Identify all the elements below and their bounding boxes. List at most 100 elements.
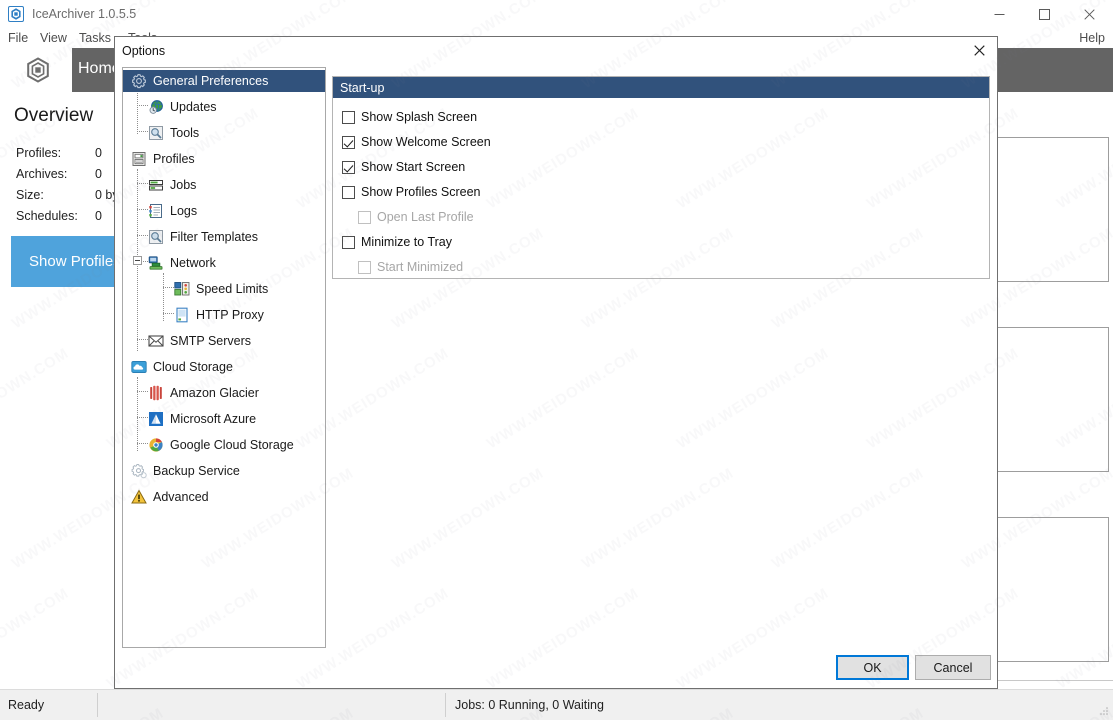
service-gear-icon	[131, 463, 147, 479]
menu-item-help[interactable]: Help	[1079, 30, 1105, 46]
menu-item-tasks[interactable]: Tasks	[79, 30, 111, 46]
menu-item-file[interactable]: File	[8, 30, 28, 46]
startup-panel-header: Start-up	[333, 77, 989, 98]
checkbox-open-last-profile: Open Last Profile	[358, 210, 474, 225]
google-icon	[149, 438, 163, 452]
checkbox-show-profiles-screen[interactable]: Show Profiles Screen	[342, 185, 481, 200]
stat-value-schedules: 0	[95, 209, 102, 223]
minimize-button[interactable]	[977, 0, 1022, 28]
maximize-button[interactable]	[1022, 0, 1067, 28]
tree-item-label: SMTP Servers	[170, 334, 252, 348]
dialog-title: Options	[122, 44, 166, 58]
tree-item-label: Updates	[170, 100, 217, 114]
tree-item-speed-limits[interactable]: Speed Limits	[123, 278, 325, 300]
resize-grip-icon[interactable]	[1098, 705, 1110, 717]
tree-item-general-preferences[interactable]: General Preferences	[123, 70, 325, 92]
checkbox-label: Show Profiles Screen	[361, 185, 481, 199]
checkbox-label: Show Welcome Screen	[361, 135, 491, 149]
tree-item-smtp-servers[interactable]: SMTP Servers	[123, 330, 325, 352]
stat-value-profiles: 0	[95, 146, 102, 160]
tree-item-google-cloud-storage[interactable]: Google Cloud Storage	[123, 434, 325, 456]
checkbox-label: Start Minimized	[377, 260, 464, 274]
close-button[interactable]	[1067, 0, 1112, 28]
azure-icon	[149, 412, 163, 426]
glacier-icon	[150, 385, 162, 401]
proxy-icon	[176, 307, 188, 323]
tools-icon	[149, 126, 163, 140]
jobs-icon	[149, 180, 163, 191]
network-icon	[148, 256, 163, 270]
tree-item-label: HTTP Proxy	[196, 308, 264, 322]
logs-icon	[149, 204, 162, 218]
status-ready-text: Ready	[8, 698, 45, 712]
checkbox-box	[342, 161, 355, 174]
checkbox-box	[358, 211, 371, 224]
page-title: Overview	[14, 105, 94, 126]
tree-item-microsoft-azure[interactable]: Microsoft Azure	[123, 408, 325, 430]
tree-item-advanced[interactable]: Advanced	[123, 486, 325, 508]
globe-icon	[149, 100, 163, 114]
stat-label-archives: Archives:	[16, 167, 68, 181]
profiles-icon	[132, 152, 146, 166]
startup-options-panel: Start-up Show Splash Screen Show Welcome…	[332, 76, 990, 279]
warning-icon	[131, 489, 147, 504]
checkbox-box	[342, 111, 355, 124]
close-icon	[973, 45, 985, 56]
cancel-button[interactable]: Cancel	[915, 655, 991, 680]
checkbox-label: Show Start Screen	[361, 160, 466, 174]
tree-item-label: Microsoft Azure	[170, 412, 257, 426]
tab-home[interactable]	[0, 48, 72, 92]
checkbox-label: Minimize to Tray	[361, 235, 452, 249]
checkbox-label: Open Last Profile	[377, 210, 474, 224]
tree-item-label: Speed Limits	[196, 282, 269, 296]
tree-item-updates[interactable]: Updates	[123, 96, 325, 118]
tree-item-logs[interactable]: Logs	[123, 200, 325, 222]
ok-button[interactable]: OK	[836, 655, 909, 680]
tree-item-label: Google Cloud Storage	[170, 438, 294, 452]
checkbox-box	[342, 236, 355, 249]
tree-item-label: Network	[170, 256, 216, 270]
options-tree[interactable]: General Preferences Updates Tools Profil…	[122, 67, 326, 648]
checkbox-start-minimized: Start Minimized	[358, 260, 463, 275]
minimize-icon	[994, 13, 1005, 15]
stat-label-size: Size:	[16, 188, 44, 202]
tree-item-jobs[interactable]: Jobs	[123, 174, 325, 196]
filter-icon	[149, 230, 163, 244]
tree-item-network[interactable]: Network	[123, 252, 325, 274]
app-title: IceArchiver 1.0.5.5	[32, 7, 137, 21]
checkbox-show-welcome-screen[interactable]: Show Welcome Screen	[342, 135, 491, 150]
speed-icon	[174, 282, 190, 296]
tree-item-profiles[interactable]: Profiles	[123, 148, 325, 170]
menu-item-view[interactable]: View	[40, 30, 67, 46]
tree-item-label: Filter Templates	[170, 230, 258, 244]
checkbox-show-splash-screen[interactable]: Show Splash Screen	[342, 110, 477, 125]
status-bar: Ready Jobs: 0 Running, 0 Waiting	[0, 689, 1113, 720]
tree-item-tools[interactable]: Tools	[123, 122, 325, 144]
mail-icon	[148, 335, 164, 347]
stat-label-schedules: Schedules:	[16, 209, 78, 223]
app-logo-icon	[8, 6, 24, 22]
tree-item-label: Backup Service	[153, 464, 240, 478]
dialog-title-bar: Options	[115, 37, 997, 65]
status-jobs-text: Jobs: 0 Running, 0 Waiting	[455, 698, 604, 712]
tree-item-http-proxy[interactable]: HTTP Proxy	[123, 304, 325, 326]
tree-item-label: Cloud Storage	[153, 360, 233, 374]
dialog-close-button[interactable]	[961, 37, 997, 64]
tree-item-filter-templates[interactable]: Filter Templates	[123, 226, 325, 248]
checkbox-show-start-screen[interactable]: Show Start Screen	[342, 160, 465, 175]
tree-item-backup-service[interactable]: Backup Service	[123, 460, 325, 482]
tree-item-label: Logs	[170, 204, 198, 218]
tree-item-label: General Preferences	[153, 74, 269, 88]
tree-item-cloud-storage[interactable]: Cloud Storage	[123, 356, 325, 378]
stat-value-archives: 0	[95, 167, 102, 181]
tree-item-label: Advanced	[153, 490, 209, 504]
cloud-icon	[131, 361, 147, 373]
tree-item-label: Profiles	[153, 152, 195, 166]
checkbox-box	[342, 186, 355, 199]
checkbox-minimize-to-tray[interactable]: Minimize to Tray	[342, 235, 452, 250]
status-separator	[445, 693, 446, 717]
title-bar: IceArchiver 1.0.5.5	[0, 0, 1113, 28]
tree-item-amazon-glacier[interactable]: Amazon Glacier	[123, 382, 325, 404]
checkbox-label: Show Splash Screen	[361, 110, 478, 124]
gear-icon	[132, 74, 146, 89]
